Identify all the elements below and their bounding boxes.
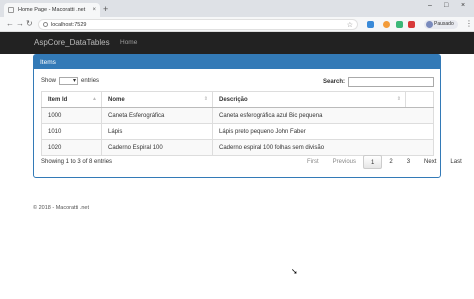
bookmark-star-icon[interactable]: ☆ [347, 21, 353, 29]
tab-close-icon[interactable]: × [92, 7, 96, 13]
navbar-brand[interactable]: AspCore_DataTables [34, 38, 110, 47]
last-page-button[interactable]: Last [443, 155, 468, 169]
new-tab-button[interactable]: + [103, 4, 108, 14]
entries-length-select[interactable] [59, 77, 79, 85]
address-bar[interactable]: localhost:7529 ☆ [38, 19, 358, 30]
table-row[interactable]: 1020 Caderno Espiral 100 Caderno espiral… [41, 139, 434, 156]
column-header-nome[interactable]: Nome ⇕ [101, 91, 213, 108]
extension-icon[interactable] [383, 21, 390, 28]
browser-toolbar: ← → ↻ localhost:7529 ☆ Pausado ⋮ [0, 17, 474, 32]
extension-icon[interactable] [367, 21, 374, 28]
search-label: Search: [323, 79, 346, 85]
table-row[interactable]: 1000 Caneta Esferográfica Caneta esferog… [41, 107, 434, 124]
show-label: Show [41, 78, 57, 84]
back-arrow-icon[interactable]: ← [6, 19, 14, 29]
extension-icon[interactable] [396, 21, 403, 28]
cell-nome: Lápis [101, 123, 213, 140]
close-window-button[interactable]: × [461, 2, 465, 9]
cell-item-id: 1000 [41, 107, 102, 124]
panel-heading: Items [34, 55, 440, 69]
browser-menu-icon[interactable]: ⋮ [465, 19, 473, 28]
browser-tab-bar: Home Page - Macoratti .net × + – □ × [0, 0, 474, 17]
nav-link-home[interactable]: Home [120, 39, 137, 46]
profile-paused-button[interactable]: Pausado [424, 20, 458, 29]
page-1-button[interactable]: 1 [363, 155, 383, 169]
next-page-button[interactable]: Next [417, 155, 443, 169]
extension-icon[interactable] [408, 21, 415, 28]
entries-label: entries [81, 78, 100, 84]
cell-descricao: Caneta esferográfica azul Bic pequena [212, 107, 434, 124]
address-url: localhost:7529 [51, 21, 87, 28]
reload-icon[interactable]: ↻ [26, 19, 33, 29]
cell-nome: Caneta Esferográfica [101, 107, 213, 124]
cell-descricao: Lápis preto pequeno John Faber [212, 123, 434, 140]
browser-tab[interactable]: Home Page - Macoratti .net × [4, 3, 100, 17]
first-page-button[interactable]: First [300, 155, 326, 169]
table-row[interactable]: 1010 Lápis Lápis preto pequeno John Fabe… [41, 123, 434, 140]
page-3-button[interactable]: 3 [400, 155, 417, 169]
entries-length-control: Show entries [41, 77, 99, 85]
items-table: Item Id ▲ Nome ⇕ Descrição ⇕ 1000 Caneta… [41, 91, 434, 156]
paused-label: Pausado [434, 21, 454, 27]
sort-icon: ⇕ [203, 96, 208, 102]
cell-item-id: 1020 [41, 139, 102, 156]
column-header-descricao[interactable]: Descrição ⇕ [212, 91, 406, 108]
page-footer: © 2018 - Macoratti .net [33, 205, 90, 211]
tab-title: Home Page - Macoratti .net [18, 7, 86, 13]
previous-page-button[interactable]: Previous [326, 155, 363, 169]
site-info-icon[interactable] [43, 22, 48, 27]
cell-descricao: Caderno espiral 100 folhas sem divisão [212, 139, 434, 156]
mouse-cursor-icon: ➘ [291, 267, 298, 276]
page-favicon-icon [8, 7, 14, 13]
items-panel: Items Show entries Search: Item Id ▲ Nom… [33, 54, 462, 178]
sort-icon: ⇕ [396, 96, 401, 102]
page-2-button[interactable]: 2 [382, 155, 399, 169]
app-navbar: AspCore_DataTables Home [0, 32, 474, 54]
table-info: Showing 1 to 3 of 8 entries [41, 159, 113, 165]
search-input[interactable] [348, 77, 435, 87]
cell-nome: Caderno Espiral 100 [101, 139, 213, 156]
column-header-item-id[interactable]: Item Id ▲ [41, 91, 102, 108]
cell-item-id: 1010 [41, 123, 102, 140]
forward-arrow-icon[interactable]: → [16, 19, 24, 29]
search-control: Search: [323, 77, 435, 87]
column-header-blank [405, 91, 434, 108]
avatar [426, 21, 433, 28]
maximize-button[interactable]: □ [444, 2, 448, 9]
minimize-button[interactable]: – [428, 2, 432, 9]
pagination: First Previous 1 2 3 Next Last [300, 155, 469, 169]
sort-ascending-icon: ▲ [92, 96, 97, 102]
